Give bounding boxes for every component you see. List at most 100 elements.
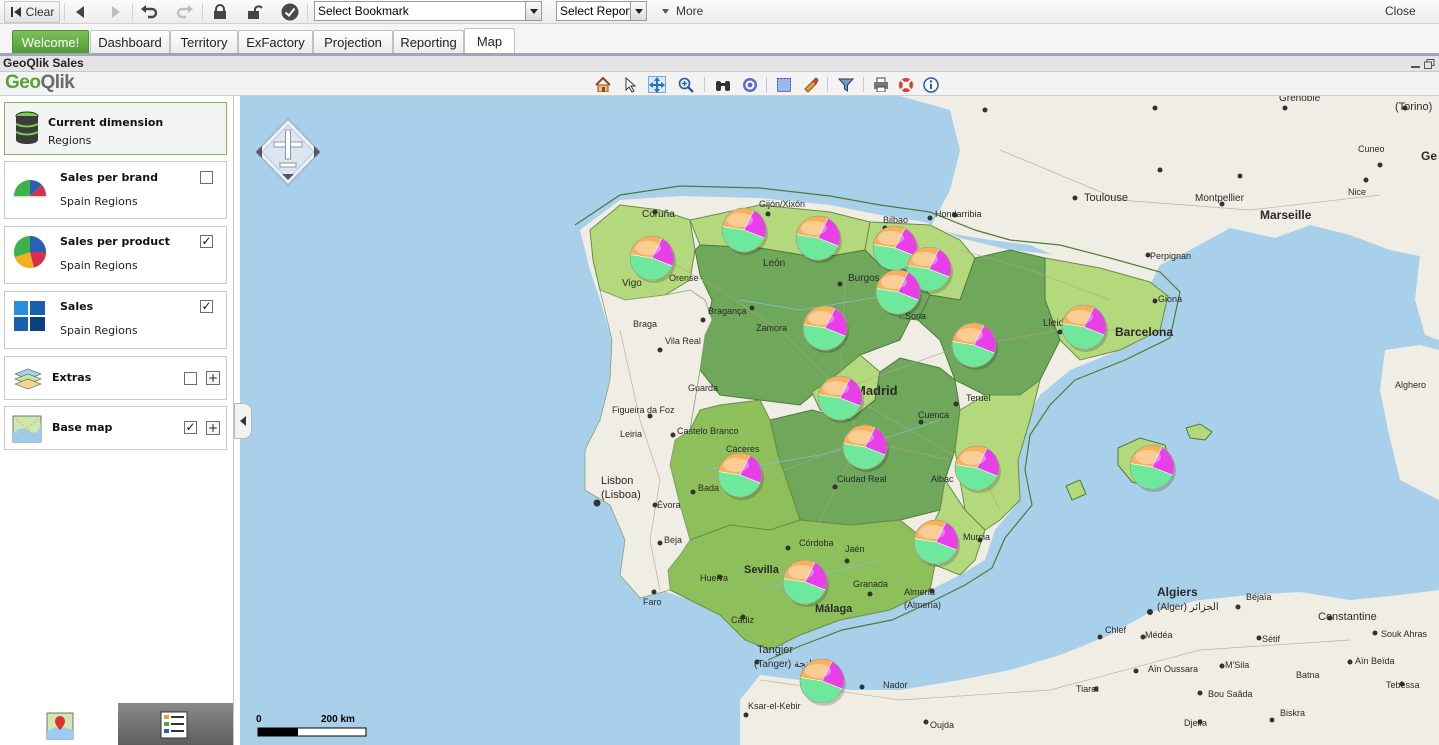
layer-base-map[interactable]: Base map ✓ + [4,406,227,450]
sales-pie-marker[interactable] [1126,441,1178,493]
redo-icon [176,5,193,19]
svg-text:Sevilla: Sevilla [744,564,780,576]
map-canvas[interactable]: Grenoble (Torino) Cuneo Ge Nice Toulouse… [240,96,1439,745]
svg-text:Beja: Beja [664,535,682,545]
sales-pie-marker[interactable] [872,266,924,318]
layer-title: Sales per brand [60,171,158,184]
svg-text:(Alger) الجزائر: (Alger) الجزائر [1157,602,1219,613]
current-dimension-card[interactable]: Current dimension Regions [4,102,227,155]
layer-sales-per-brand[interactable]: Sales per brand Spain Regions [4,161,227,219]
map-view-icon[interactable] [46,712,74,740]
svg-text:Tiaret: Tiaret [1076,684,1099,694]
binoculars-icon[interactable] [714,76,732,93]
sales-pie-marker[interactable] [714,449,766,501]
tab-reporting[interactable]: Reporting [393,30,464,54]
forward-icon [112,6,120,18]
map-toolbar-divider [827,77,828,92]
filter-icon[interactable] [837,76,855,93]
tab-map[interactable]: Map [464,28,515,54]
report-select[interactable]: Select Report [556,1,647,21]
svg-text:Bou Saâda: Bou Saâda [1208,689,1253,699]
svg-text:Faro: Faro [643,597,662,607]
tab-exfactory[interactable]: ExFactory [238,30,313,54]
svg-text:Nice: Nice [1348,187,1366,197]
sales-pie-marker[interactable] [779,556,831,608]
close-button[interactable]: Close [1385,4,1416,18]
zoom-icon[interactable] [677,76,695,93]
bookmark-select[interactable]: Select Bookmark [314,1,542,21]
tab-welcome[interactable]: Welcome! [12,30,89,54]
bookmark-select-value: Select Bookmark [318,4,409,18]
zoom-out-icon [279,162,297,168]
svg-text:Grenoble: Grenoble [1279,96,1321,104]
layer-visibility-checkbox[interactable]: ✓ [200,235,213,248]
checkmark-circle-icon [281,3,299,21]
svg-text:Aïn Beïda: Aïn Beïda [1355,656,1395,666]
unlock-button[interactable] [244,1,266,23]
tab-projection[interactable]: Projection [313,30,393,54]
sales-pie-marker[interactable] [799,302,851,354]
svg-text:Huelva: Huelva [700,573,728,583]
redo-button[interactable] [174,1,196,23]
sales-pie-marker[interactable] [948,319,1000,371]
tab-territory[interactable]: Territory [170,30,238,54]
svg-text:Biskra: Biskra [1280,708,1305,718]
layer-visibility-checkbox[interactable] [184,372,197,385]
rectangle-select-icon[interactable] [775,76,793,93]
layer-sales-per-product[interactable]: Sales per product Spain Regions ✓ [4,226,227,284]
more-menu[interactable]: More [676,4,703,18]
layer-visibility-checkbox[interactable] [200,171,213,184]
tab-dashboard[interactable]: Dashboard [90,30,170,54]
svg-text:Cuenca: Cuenca [918,410,949,420]
sales-pie-marker[interactable] [839,421,891,473]
current-dimension-value: Regions [48,134,92,147]
layer-visibility-checkbox[interactable]: ✓ [184,421,197,434]
clear-button[interactable]: Clear [4,1,60,23]
svg-text:Évora: Évora [657,500,681,510]
restore-icon[interactable] [1424,59,1435,69]
forward-button[interactable] [106,1,126,23]
sales-pie-marker[interactable] [951,442,1003,494]
sales-pie-marker[interactable] [910,516,962,568]
expand-plus-icon[interactable]: + [206,371,220,385]
sales-pie-marker[interactable] [1058,301,1110,353]
report-select-value: Select Report [560,4,633,18]
layer-subtitle: Spain Regions [60,259,138,272]
sales-pie-marker[interactable] [796,655,848,707]
svg-text:Constantine: Constantine [1318,611,1377,623]
sheet-tab-bar: Welcome! Dashboard Territory ExFactory P… [0,24,1439,54]
svg-text:Algiers: Algiers [1157,585,1198,599]
print-icon[interactable] [872,76,890,93]
panel-collapse-handle[interactable] [234,403,252,439]
sales-pie-marker[interactable] [792,212,844,264]
lock-button[interactable] [209,1,231,23]
zoom-navigator[interactable] [254,118,322,186]
svg-text:Braga: Braga [633,319,657,329]
pan-icon[interactable] [648,76,666,93]
undo-button[interactable] [138,1,160,23]
stacked-layers-icon [14,368,42,390]
paint-icon[interactable] [802,76,820,93]
svg-text:Leiria: Leiria [620,429,642,439]
minimize-icon[interactable] [1410,59,1421,69]
svg-text:Coruña: Coruña [642,209,675,220]
back-icon [76,6,84,18]
svg-text:Médéa: Médéa [1145,630,1173,640]
info-icon[interactable] [922,76,940,93]
back-button[interactable] [70,1,90,23]
sales-pie-marker[interactable] [814,372,866,424]
sales-pie-marker[interactable] [626,232,678,284]
layer-visibility-checkbox[interactable]: ✓ [200,300,213,313]
expand-plus-icon[interactable]: + [206,421,220,435]
sales-pie-marker[interactable] [718,204,770,256]
layer-sales[interactable]: Sales Spain Regions ✓ [4,291,227,349]
svg-text:Sétif: Sétif [1262,634,1281,644]
select-cursor-icon[interactable] [621,76,639,93]
layer-extras[interactable]: Extras + [4,356,227,400]
home-icon[interactable] [594,76,612,93]
apply-button[interactable] [279,1,301,23]
target-icon[interactable] [741,76,759,93]
help-lifebuoy-icon[interactable] [897,76,915,93]
legend-tab[interactable] [118,703,233,745]
undo-icon [141,5,158,19]
